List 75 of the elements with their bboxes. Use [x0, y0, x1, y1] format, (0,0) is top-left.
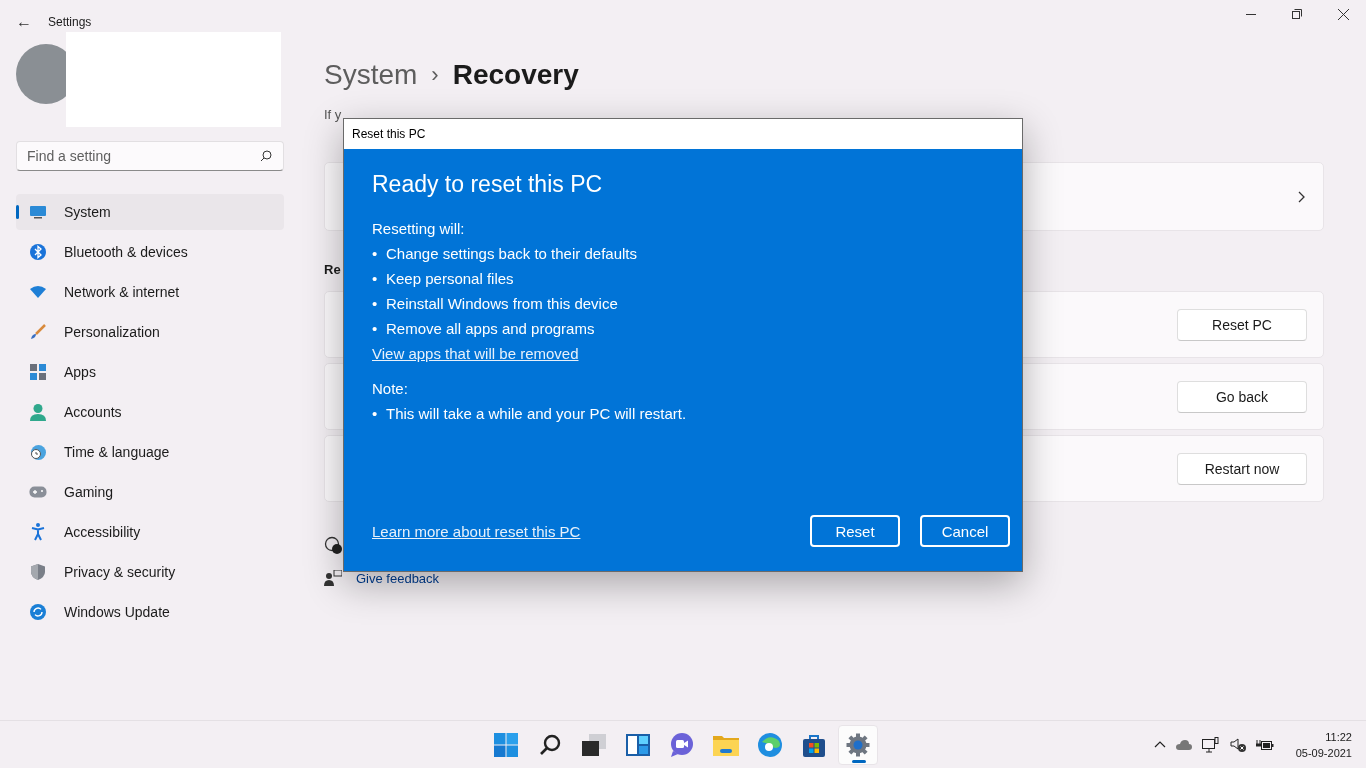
sidebar-item[interactable]: Privacy & security	[16, 554, 284, 590]
sidebar-item[interactable]: Network & internet	[16, 274, 284, 310]
sidebar-item[interactable]: Windows Update	[16, 594, 284, 630]
sidebar-item[interactable]: Personalization	[16, 314, 284, 350]
video-chat-icon	[670, 733, 694, 757]
learn-more-link[interactable]: Learn more about reset this PC	[372, 518, 581, 544]
bullet-mark: •	[372, 404, 379, 424]
dialog-button[interactable]: Cancel	[920, 515, 1010, 547]
view-apps-link[interactable]: View apps that will be removed	[372, 341, 579, 366]
folder-icon	[713, 734, 739, 756]
sidebar-item[interactable]: Apps	[16, 354, 284, 390]
shopping-bag-icon	[803, 733, 825, 757]
widgets-icon	[626, 734, 650, 756]
option-button[interactable]: Go back	[1177, 380, 1307, 413]
dialog-intro: Resetting will:	[372, 219, 466, 239]
battery-charging-icon[interactable]	[1255, 737, 1274, 752]
accessibility-icon	[31, 523, 45, 541]
breadcrumb-separator: ›	[431, 62, 439, 88]
wifi-icon	[29, 285, 47, 299]
brush-icon	[30, 324, 46, 340]
page-title: Recovery	[452, 59, 579, 91]
minimize-icon	[1246, 13, 1256, 15]
clock-date[interactable]: 05-09-2021	[1295, 744, 1352, 761]
bullet-text: Remove all apps and programs	[386, 319, 595, 339]
sidebar-item[interactable]: Time & language	[16, 434, 284, 470]
gear-icon	[846, 733, 870, 757]
dialog-title: Reset this PC	[352, 127, 426, 141]
bullet-text: Change settings back to their defaults	[386, 244, 637, 264]
globe-clock-icon	[29, 443, 47, 461]
monitor-icon	[29, 205, 47, 219]
person-icon	[30, 403, 46, 421]
option-button[interactable]: Reset PC	[1177, 308, 1307, 341]
gamepad-icon	[29, 486, 47, 498]
cloud-icon[interactable]	[1175, 739, 1192, 750]
search-field[interactable]: Find a setting	[16, 141, 284, 171]
windows-logo-icon	[494, 733, 518, 757]
bullet-mark: •	[372, 319, 379, 339]
bullet-text: This will take a while and your PC will restart.	[386, 404, 687, 424]
network-icon[interactable]	[1201, 736, 1220, 753]
note-label: Note:	[372, 379, 409, 399]
browser-icon	[758, 733, 782, 757]
dialog-button[interactable]: Reset	[810, 515, 900, 547]
bullet-text: Keep personal files	[386, 269, 514, 289]
sidebar-item[interactable]: System	[16, 194, 284, 230]
bullet-mark: •	[372, 269, 379, 289]
dialog-heading: Ready to reset this PC	[372, 171, 604, 198]
sidebar-item[interactable]: Accessibility	[16, 514, 284, 550]
search-icon	[539, 734, 561, 756]
shield-icon	[31, 564, 45, 580]
clock-time[interactable]: 11:22	[1325, 728, 1352, 745]
update-icon	[30, 604, 46, 620]
back-button[interactable]: ←	[0, 13, 48, 31]
option-button[interactable]: Restart now	[1177, 452, 1307, 485]
close-icon	[1337, 8, 1349, 20]
window-title: Settings	[48, 15, 92, 29]
feedback-link[interactable]: Give feedback	[356, 570, 440, 586]
help-icon[interactable]	[324, 536, 342, 554]
bullet-mark: •	[372, 294, 379, 314]
bullet-text: Reinstall Windows from this device	[386, 294, 618, 314]
sidebar-item[interactable]: Gaming	[16, 474, 284, 510]
speaker-muted-icon[interactable]	[1229, 737, 1246, 752]
breadcrumb-parent[interactable]: System	[324, 59, 418, 91]
bullet-mark: •	[372, 244, 379, 264]
search-icon	[260, 150, 272, 162]
sidebar-item[interactable]: Bluetooth & devices	[16, 234, 284, 270]
chevron-right-icon[interactable]	[1298, 190, 1305, 203]
apps-icon	[30, 364, 46, 380]
task-view-icon	[582, 734, 606, 756]
bluetooth-icon	[30, 244, 46, 260]
feedback-icon	[324, 570, 342, 586]
restore-icon	[1292, 9, 1302, 19]
intro-text: If y	[324, 107, 342, 122]
sidebar-item[interactable]: Accounts	[16, 394, 284, 430]
chevron-up-icon[interactable]	[1153, 741, 1166, 748]
section-heading: Re	[324, 262, 341, 277]
